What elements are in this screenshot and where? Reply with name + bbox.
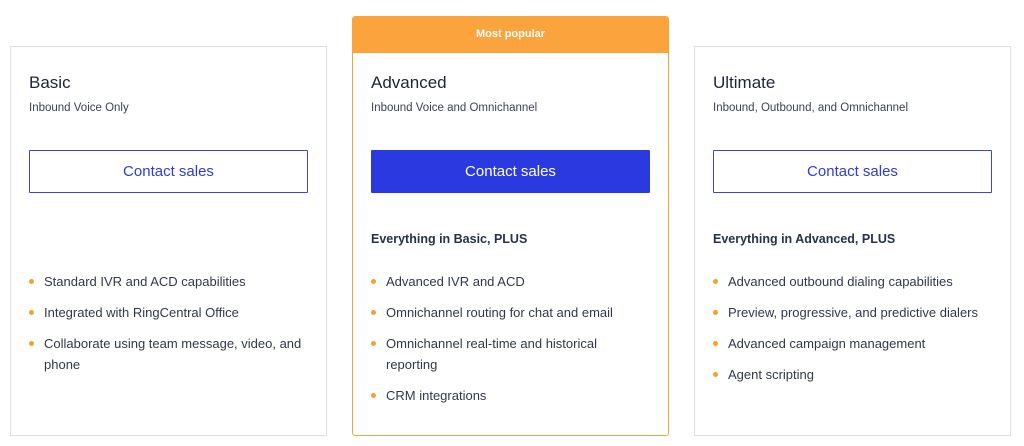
bullet-icon xyxy=(371,279,376,284)
feature-item: Standard IVR and ACD capabilities xyxy=(29,271,309,292)
bullet-icon xyxy=(29,279,34,284)
bullet-icon xyxy=(371,341,376,346)
bullet-icon xyxy=(713,372,718,377)
plan-card-advanced: Most popular Advanced Inbound Voice and … xyxy=(352,16,669,436)
feature-item: Preview, progressive, and predictive dia… xyxy=(713,302,993,323)
bullet-icon xyxy=(713,310,718,315)
plan-name: Ultimate xyxy=(713,73,776,92)
feature-item: Omnichannel real-time and historical rep… xyxy=(371,333,651,375)
bullet-icon xyxy=(29,341,34,346)
feature-list: Standard IVR and ACD capabilities Integr… xyxy=(29,271,309,385)
contact-sales-button-basic[interactable]: Contact sales xyxy=(29,150,308,193)
feature-item: Advanced outbound dialing capabilities xyxy=(713,271,993,292)
bullet-icon xyxy=(713,341,718,346)
contact-sales-button-ultimate[interactable]: Contact sales xyxy=(713,150,992,193)
feature-list: Advanced IVR and ACD Omnichannel routing… xyxy=(371,271,651,416)
plan-intro: Everything in Advanced, PLUS xyxy=(713,232,896,246)
feature-item: Agent scripting xyxy=(713,364,993,385)
plan-name: Advanced xyxy=(371,73,447,92)
feature-item: Advanced IVR and ACD xyxy=(371,271,651,292)
plan-name: Basic xyxy=(29,73,71,92)
plan-card-basic: Basic Inbound Voice Only Contact sales S… xyxy=(10,46,327,436)
plan-intro: Everything in Basic, PLUS xyxy=(371,232,528,246)
feature-item: CRM integrations xyxy=(371,385,651,406)
contact-sales-button-advanced[interactable]: Contact sales xyxy=(371,150,650,193)
most-popular-badge: Most popular xyxy=(353,17,668,53)
bullet-icon xyxy=(29,310,34,315)
plan-description: Inbound Voice and Omnichannel xyxy=(371,102,538,114)
bullet-icon xyxy=(371,310,376,315)
plan-card-ultimate: Ultimate Inbound, Outbound, and Omnichan… xyxy=(694,46,1011,436)
plan-description: Inbound, Outbound, and Omnichannel xyxy=(713,102,909,114)
feature-list: Advanced outbound dialing capabilities P… xyxy=(713,271,993,395)
feature-item: Integrated with RingCentral Office xyxy=(29,302,309,323)
feature-item: Collaborate using team message, video, a… xyxy=(29,333,309,375)
bullet-icon xyxy=(713,279,718,284)
feature-item: Omnichannel routing for chat and email xyxy=(371,302,651,323)
plan-description: Inbound Voice Only xyxy=(29,102,129,114)
bullet-icon xyxy=(371,393,376,398)
feature-item: Advanced campaign management xyxy=(713,333,993,354)
